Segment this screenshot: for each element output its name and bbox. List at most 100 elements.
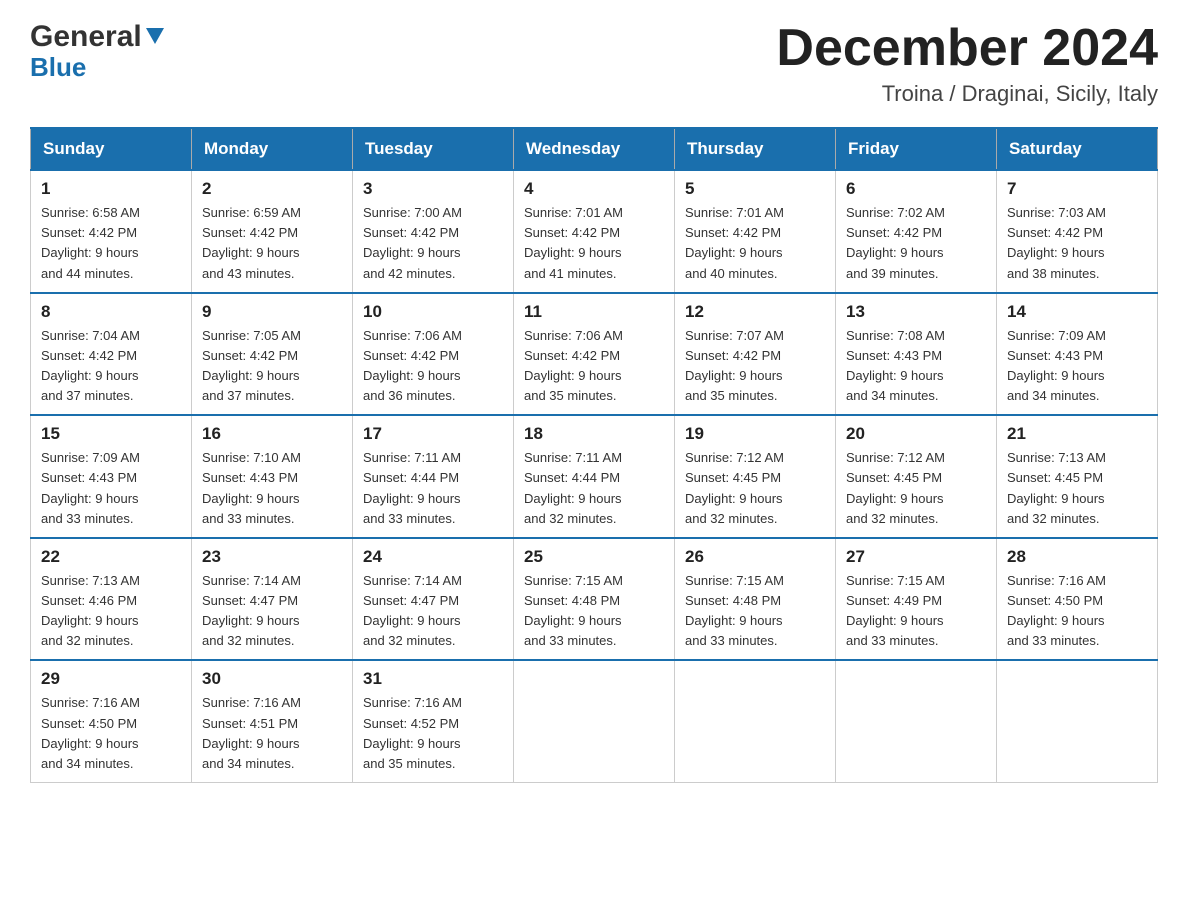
- table-row: 14 Sunrise: 7:09 AM Sunset: 4:43 PM Dayl…: [997, 293, 1158, 416]
- day-number: 21: [1007, 424, 1147, 444]
- day-number: 30: [202, 669, 342, 689]
- day-info: Sunrise: 7:06 AM Sunset: 4:42 PM Dayligh…: [363, 326, 503, 407]
- table-row: [675, 660, 836, 782]
- day-info: Sunrise: 7:11 AM Sunset: 4:44 PM Dayligh…: [524, 448, 664, 529]
- table-row: 2 Sunrise: 6:59 AM Sunset: 4:42 PM Dayli…: [192, 170, 353, 293]
- table-row: 28 Sunrise: 7:16 AM Sunset: 4:50 PM Dayl…: [997, 538, 1158, 661]
- day-number: 9: [202, 302, 342, 322]
- col-saturday: Saturday: [997, 128, 1158, 170]
- day-info: Sunrise: 7:09 AM Sunset: 4:43 PM Dayligh…: [41, 448, 181, 529]
- table-row: 16 Sunrise: 7:10 AM Sunset: 4:43 PM Dayl…: [192, 415, 353, 538]
- table-row: 21 Sunrise: 7:13 AM Sunset: 4:45 PM Dayl…: [997, 415, 1158, 538]
- day-number: 20: [846, 424, 986, 444]
- table-row: 7 Sunrise: 7:03 AM Sunset: 4:42 PM Dayli…: [997, 170, 1158, 293]
- table-row: 20 Sunrise: 7:12 AM Sunset: 4:45 PM Dayl…: [836, 415, 997, 538]
- day-number: 29: [41, 669, 181, 689]
- day-number: 13: [846, 302, 986, 322]
- day-number: 10: [363, 302, 503, 322]
- table-row: 22 Sunrise: 7:13 AM Sunset: 4:46 PM Dayl…: [31, 538, 192, 661]
- col-tuesday: Tuesday: [353, 128, 514, 170]
- day-info: Sunrise: 7:01 AM Sunset: 4:42 PM Dayligh…: [685, 203, 825, 284]
- day-info: Sunrise: 7:14 AM Sunset: 4:47 PM Dayligh…: [363, 571, 503, 652]
- col-friday: Friday: [836, 128, 997, 170]
- day-info: Sunrise: 6:59 AM Sunset: 4:42 PM Dayligh…: [202, 203, 342, 284]
- day-info: Sunrise: 7:16 AM Sunset: 4:50 PM Dayligh…: [1007, 571, 1147, 652]
- day-info: Sunrise: 7:11 AM Sunset: 4:44 PM Dayligh…: [363, 448, 503, 529]
- table-row: 8 Sunrise: 7:04 AM Sunset: 4:42 PM Dayli…: [31, 293, 192, 416]
- col-monday: Monday: [192, 128, 353, 170]
- day-info: Sunrise: 7:09 AM Sunset: 4:43 PM Dayligh…: [1007, 326, 1147, 407]
- col-wednesday: Wednesday: [514, 128, 675, 170]
- logo-name: General: [30, 20, 142, 54]
- table-row: 23 Sunrise: 7:14 AM Sunset: 4:47 PM Dayl…: [192, 538, 353, 661]
- calendar-week-row: 29 Sunrise: 7:16 AM Sunset: 4:50 PM Dayl…: [31, 660, 1158, 782]
- calendar-table: Sunday Monday Tuesday Wednesday Thursday…: [30, 127, 1158, 783]
- day-number: 14: [1007, 302, 1147, 322]
- table-row: 9 Sunrise: 7:05 AM Sunset: 4:42 PM Dayli…: [192, 293, 353, 416]
- day-info: Sunrise: 7:16 AM Sunset: 4:50 PM Dayligh…: [41, 693, 181, 774]
- day-number: 23: [202, 547, 342, 567]
- day-number: 11: [524, 302, 664, 322]
- day-number: 8: [41, 302, 181, 322]
- day-number: 27: [846, 547, 986, 567]
- table-row: 3 Sunrise: 7:00 AM Sunset: 4:42 PM Dayli…: [353, 170, 514, 293]
- table-row: 25 Sunrise: 7:15 AM Sunset: 4:48 PM Dayl…: [514, 538, 675, 661]
- day-info: Sunrise: 7:00 AM Sunset: 4:42 PM Dayligh…: [363, 203, 503, 284]
- day-number: 7: [1007, 179, 1147, 199]
- day-info: Sunrise: 7:05 AM Sunset: 4:42 PM Dayligh…: [202, 326, 342, 407]
- day-info: Sunrise: 7:12 AM Sunset: 4:45 PM Dayligh…: [846, 448, 986, 529]
- table-row: 17 Sunrise: 7:11 AM Sunset: 4:44 PM Dayl…: [353, 415, 514, 538]
- table-row: 6 Sunrise: 7:02 AM Sunset: 4:42 PM Dayli…: [836, 170, 997, 293]
- day-info: Sunrise: 6:58 AM Sunset: 4:42 PM Dayligh…: [41, 203, 181, 284]
- day-info: Sunrise: 7:16 AM Sunset: 4:51 PM Dayligh…: [202, 693, 342, 774]
- table-row: 18 Sunrise: 7:11 AM Sunset: 4:44 PM Dayl…: [514, 415, 675, 538]
- calendar-week-row: 1 Sunrise: 6:58 AM Sunset: 4:42 PM Dayli…: [31, 170, 1158, 293]
- table-row: 30 Sunrise: 7:16 AM Sunset: 4:51 PM Dayl…: [192, 660, 353, 782]
- day-number: 6: [846, 179, 986, 199]
- table-row: 19 Sunrise: 7:12 AM Sunset: 4:45 PM Dayl…: [675, 415, 836, 538]
- day-info: Sunrise: 7:01 AM Sunset: 4:42 PM Dayligh…: [524, 203, 664, 284]
- table-row: 5 Sunrise: 7:01 AM Sunset: 4:42 PM Dayli…: [675, 170, 836, 293]
- day-info: Sunrise: 7:13 AM Sunset: 4:45 PM Dayligh…: [1007, 448, 1147, 529]
- calendar-header-row: Sunday Monday Tuesday Wednesday Thursday…: [31, 128, 1158, 170]
- day-info: Sunrise: 7:07 AM Sunset: 4:42 PM Dayligh…: [685, 326, 825, 407]
- day-number: 15: [41, 424, 181, 444]
- table-row: 24 Sunrise: 7:14 AM Sunset: 4:47 PM Dayl…: [353, 538, 514, 661]
- table-row: 1 Sunrise: 6:58 AM Sunset: 4:42 PM Dayli…: [31, 170, 192, 293]
- table-row: 31 Sunrise: 7:16 AM Sunset: 4:52 PM Dayl…: [353, 660, 514, 782]
- day-number: 28: [1007, 547, 1147, 567]
- day-number: 2: [202, 179, 342, 199]
- day-number: 4: [524, 179, 664, 199]
- table-row: [836, 660, 997, 782]
- day-info: Sunrise: 7:15 AM Sunset: 4:49 PM Dayligh…: [846, 571, 986, 652]
- day-number: 5: [685, 179, 825, 199]
- table-row: 27 Sunrise: 7:15 AM Sunset: 4:49 PM Dayl…: [836, 538, 997, 661]
- day-number: 3: [363, 179, 503, 199]
- table-row: [997, 660, 1158, 782]
- day-number: 31: [363, 669, 503, 689]
- calendar-week-row: 8 Sunrise: 7:04 AM Sunset: 4:42 PM Dayli…: [31, 293, 1158, 416]
- day-number: 22: [41, 547, 181, 567]
- day-number: 17: [363, 424, 503, 444]
- table-row: [514, 660, 675, 782]
- month-year-title: December 2024: [776, 20, 1158, 77]
- day-info: Sunrise: 7:15 AM Sunset: 4:48 PM Dayligh…: [685, 571, 825, 652]
- day-info: Sunrise: 7:02 AM Sunset: 4:42 PM Dayligh…: [846, 203, 986, 284]
- table-row: 4 Sunrise: 7:01 AM Sunset: 4:42 PM Dayli…: [514, 170, 675, 293]
- day-info: Sunrise: 7:08 AM Sunset: 4:43 PM Dayligh…: [846, 326, 986, 407]
- table-row: 26 Sunrise: 7:15 AM Sunset: 4:48 PM Dayl…: [675, 538, 836, 661]
- day-info: Sunrise: 7:03 AM Sunset: 4:42 PM Dayligh…: [1007, 203, 1147, 284]
- title-section: December 2024 Troina / Draginai, Sicily,…: [776, 20, 1158, 107]
- day-info: Sunrise: 7:12 AM Sunset: 4:45 PM Dayligh…: [685, 448, 825, 529]
- logo-triangle-icon: [144, 24, 166, 46]
- day-number: 16: [202, 424, 342, 444]
- col-thursday: Thursday: [675, 128, 836, 170]
- day-number: 24: [363, 547, 503, 567]
- day-number: 26: [685, 547, 825, 567]
- day-info: Sunrise: 7:06 AM Sunset: 4:42 PM Dayligh…: [524, 326, 664, 407]
- day-info: Sunrise: 7:10 AM Sunset: 4:43 PM Dayligh…: [202, 448, 342, 529]
- day-number: 25: [524, 547, 664, 567]
- table-row: 11 Sunrise: 7:06 AM Sunset: 4:42 PM Dayl…: [514, 293, 675, 416]
- day-info: Sunrise: 7:04 AM Sunset: 4:42 PM Dayligh…: [41, 326, 181, 407]
- logo: General Blue: [30, 20, 166, 83]
